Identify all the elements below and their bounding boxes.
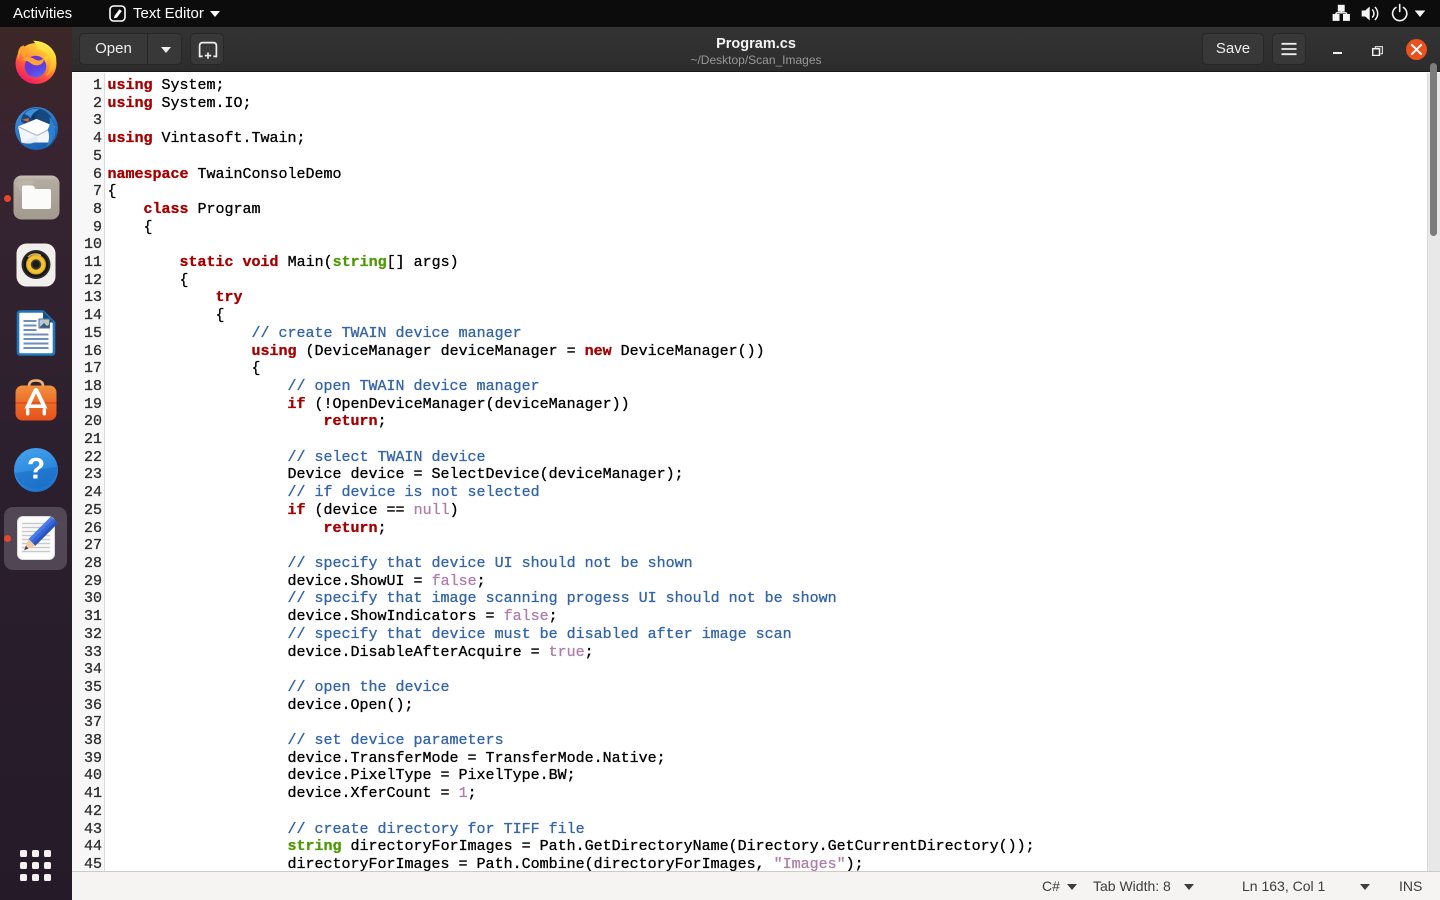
svg-text:?: ?	[27, 453, 45, 486]
